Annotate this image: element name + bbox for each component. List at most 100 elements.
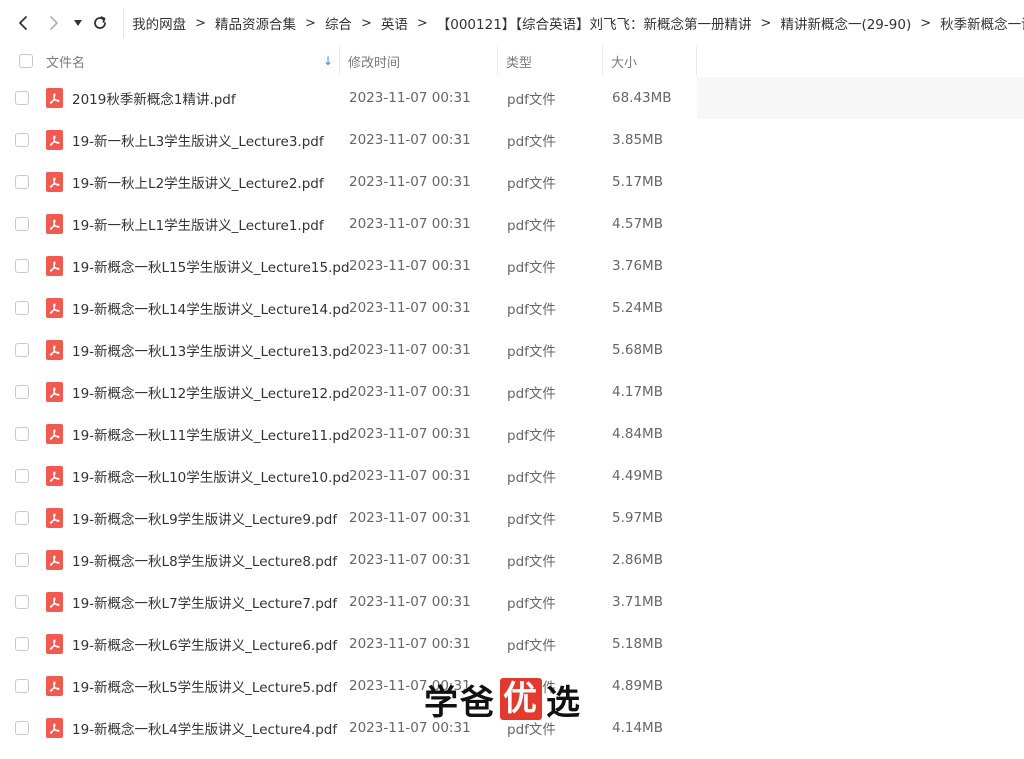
pdf-file-icon (46, 172, 72, 192)
row-checkbox[interactable] (15, 595, 29, 609)
row-checkbox-cell (0, 175, 46, 189)
pdf-file-icon (46, 508, 72, 528)
file-name[interactable]: 19-新概念一秋L12学生版讲义_Lecture12.pdf (72, 382, 349, 402)
refresh-icon[interactable] (89, 0, 112, 46)
breadcrumb-item[interactable]: 【000121】【综合英语】刘飞飞：新概念第一册精讲 (437, 13, 752, 33)
file-row[interactable]: 19-新概念一秋L8学生版讲义_Lecture8.pdf 2023-11-07 0… (0, 539, 1024, 581)
row-checkbox[interactable] (15, 511, 29, 525)
row-checkbox-cell (0, 217, 46, 231)
row-checkbox[interactable] (15, 175, 29, 189)
file-row[interactable]: 2019秋季新概念1精讲.pdf 2023-11-07 00:31 pdf文件 68.… (0, 77, 1024, 119)
row-checkbox[interactable] (15, 217, 29, 231)
file-size: 68.43MB (612, 90, 672, 106)
breadcrumb-item[interactable]: 精讲新概念一(29-90) (780, 13, 911, 33)
file-name[interactable]: 19-新概念一秋L13学生版讲义_Lecture13.pdf (72, 340, 349, 360)
file-row[interactable]: 19-新概念一秋L15学生版讲义_Lecture15.pdf 2023-11-07… (0, 245, 1024, 287)
file-name[interactable]: 19-新一秋上L1学生版讲义_Lecture1.pdf (72, 214, 349, 234)
file-type: pdf文件 (507, 638, 556, 654)
file-name[interactable]: 19-新概念一秋L7学生版讲义_Lecture7.pdf (72, 592, 349, 612)
column-header-size[interactable]: 大小 (603, 46, 697, 76)
file-row[interactable]: 19-新概念一秋L6学生版讲义_Lecture6.pdf 2023-11-07 0… (0, 623, 1024, 665)
file-modified-time: 2023-11-07 00:31 (349, 594, 471, 610)
select-all-checkbox[interactable] (19, 54, 33, 68)
row-checkbox[interactable] (15, 553, 29, 567)
pdf-file-icon (46, 676, 72, 696)
file-modified-time: 2023-11-07 00:31 (349, 132, 471, 148)
file-modified-time: 2023-11-07 00:31 (349, 552, 471, 568)
row-checkbox[interactable] (15, 133, 29, 147)
row-checkbox[interactable] (15, 385, 29, 399)
pdf-file-icon (46, 88, 72, 108)
file-size: 4.84MB (612, 426, 663, 442)
file-type: pdf文件 (507, 596, 556, 612)
row-checkbox-cell (0, 553, 46, 567)
file-name[interactable]: 19-新概念一秋L9学生版讲义_Lecture9.pdf (72, 508, 349, 528)
watermark-text-end: 选 (546, 682, 582, 723)
file-modified-time: 2023-11-07 00:31 (349, 90, 471, 106)
caret-down-icon[interactable] (71, 0, 84, 46)
breadcrumb-item[interactable]: 英语 (381, 13, 408, 33)
file-name[interactable]: 19-新概念一秋L5学生版讲义_Lecture5.pdf (72, 676, 349, 696)
breadcrumb-item[interactable]: 我的网盘 (132, 13, 186, 33)
file-size: 2.86MB (612, 552, 663, 568)
file-name[interactable]: 19-新概念一秋L6学生版讲义_Lecture6.pdf (72, 634, 349, 654)
breadcrumb-separator: > (360, 15, 372, 31)
column-header-size-label: 大小 (611, 55, 638, 71)
file-row[interactable]: 19-新一秋上L1学生版讲义_Lecture1.pdf 2023-11-07 00… (0, 203, 1024, 245)
file-row[interactable]: 19-新概念一秋L12学生版讲义_Lecture12.pdf 2023-11-07… (0, 371, 1024, 413)
file-row[interactable]: 19-新概念一秋L9学生版讲义_Lecture9.pdf 2023-11-07 0… (0, 497, 1024, 539)
file-row[interactable]: 19-新一秋上L3学生版讲义_Lecture3.pdf 2023-11-07 00… (0, 119, 1024, 161)
file-row[interactable]: 19-新概念一秋L10学生版讲义_Lecture10.pdf 2023-11-07… (0, 455, 1024, 497)
column-header-name[interactable]: 文件名 ↓ (46, 46, 340, 76)
file-row[interactable]: 19-新概念一秋L14学生版讲义_Lecture14.pdf 2023-11-07… (0, 287, 1024, 329)
breadcrumb-item[interactable]: 精品资源合集 (215, 13, 296, 33)
file-size: 5.68MB (612, 342, 663, 358)
row-checkbox[interactable] (15, 469, 29, 483)
file-type: pdf文件 (507, 302, 556, 318)
pdf-file-icon (46, 592, 72, 612)
file-name[interactable]: 19-新一秋上L3学生版讲义_Lecture3.pdf (72, 130, 349, 150)
row-checkbox-cell (0, 637, 46, 651)
breadcrumb-separator: > (760, 15, 772, 31)
row-checkbox[interactable] (15, 427, 29, 441)
header-select-all (0, 46, 46, 76)
row-checkbox[interactable] (15, 679, 29, 693)
watermark-logo: 学爸 优 选 (424, 678, 582, 723)
file-name[interactable]: 19-新概念一秋L8学生版讲义_Lecture8.pdf (72, 550, 349, 570)
column-header-type-label: 类型 (506, 55, 533, 71)
column-header-type[interactable]: 类型 (498, 46, 603, 76)
column-header-filler (697, 46, 1024, 76)
row-checkbox[interactable] (15, 637, 29, 651)
breadcrumb-item[interactable]: 综合 (325, 13, 352, 33)
navigation-bar: 我的网盘 > 精品资源合集 > 综合 > 英语 > 【000121】【综合英语】… (0, 0, 1024, 46)
file-row[interactable]: 19-新一秋上L2学生版讲义_Lecture2.pdf 2023-11-07 00… (0, 161, 1024, 203)
file-row[interactable]: 19-新概念一秋L13学生版讲义_Lecture13.pdf 2023-11-07… (0, 329, 1024, 371)
file-row[interactable]: 19-新概念一秋L11学生版讲义_Lecture11.pdf 2023-11-07… (0, 413, 1024, 455)
row-checkbox-cell (0, 427, 46, 441)
file-name[interactable]: 19-新概念一秋L15学生版讲义_Lecture15.pdf (72, 256, 349, 276)
sort-descending-icon[interactable]: ↓ (323, 54, 333, 68)
breadcrumb-item-current[interactable]: 秋季新概念一讲义 (940, 13, 1024, 33)
file-row[interactable]: 19-新概念一秋L7学生版讲义_Lecture7.pdf 2023-11-07 0… (0, 581, 1024, 623)
file-name[interactable]: 19-新概念一秋L4学生版讲义_Lecture4.pdf (72, 718, 349, 738)
pdf-file-icon (46, 340, 72, 360)
chevron-right-icon[interactable] (43, 0, 66, 46)
file-type: pdf文件 (507, 428, 556, 444)
row-checkbox[interactable] (15, 301, 29, 315)
row-checkbox[interactable] (15, 721, 29, 735)
file-name[interactable]: 19-新一秋上L2学生版讲义_Lecture2.pdf (72, 172, 349, 192)
row-checkbox[interactable] (15, 343, 29, 357)
file-type: pdf文件 (507, 386, 556, 402)
file-name[interactable]: 19-新概念一秋L10学生版讲义_Lecture10.pdf (72, 466, 349, 486)
chevron-left-icon[interactable] (12, 0, 35, 46)
row-checkbox[interactable] (15, 259, 29, 273)
file-size: 4.89MB (612, 678, 663, 694)
file-name[interactable]: 19-新概念一秋L11学生版讲义_Lecture11.pdf (72, 424, 349, 444)
pdf-file-icon (46, 634, 72, 654)
file-name[interactable]: 19-新概念一秋L14学生版讲义_Lecture14.pdf (72, 298, 349, 318)
row-checkbox[interactable] (15, 91, 29, 105)
file-size: 5.24MB (612, 300, 663, 316)
file-modified-time: 2023-11-07 00:31 (349, 258, 471, 274)
file-name[interactable]: 2019秋季新概念1精讲.pdf (72, 88, 349, 108)
column-header-time[interactable]: 修改时间 (340, 46, 498, 76)
